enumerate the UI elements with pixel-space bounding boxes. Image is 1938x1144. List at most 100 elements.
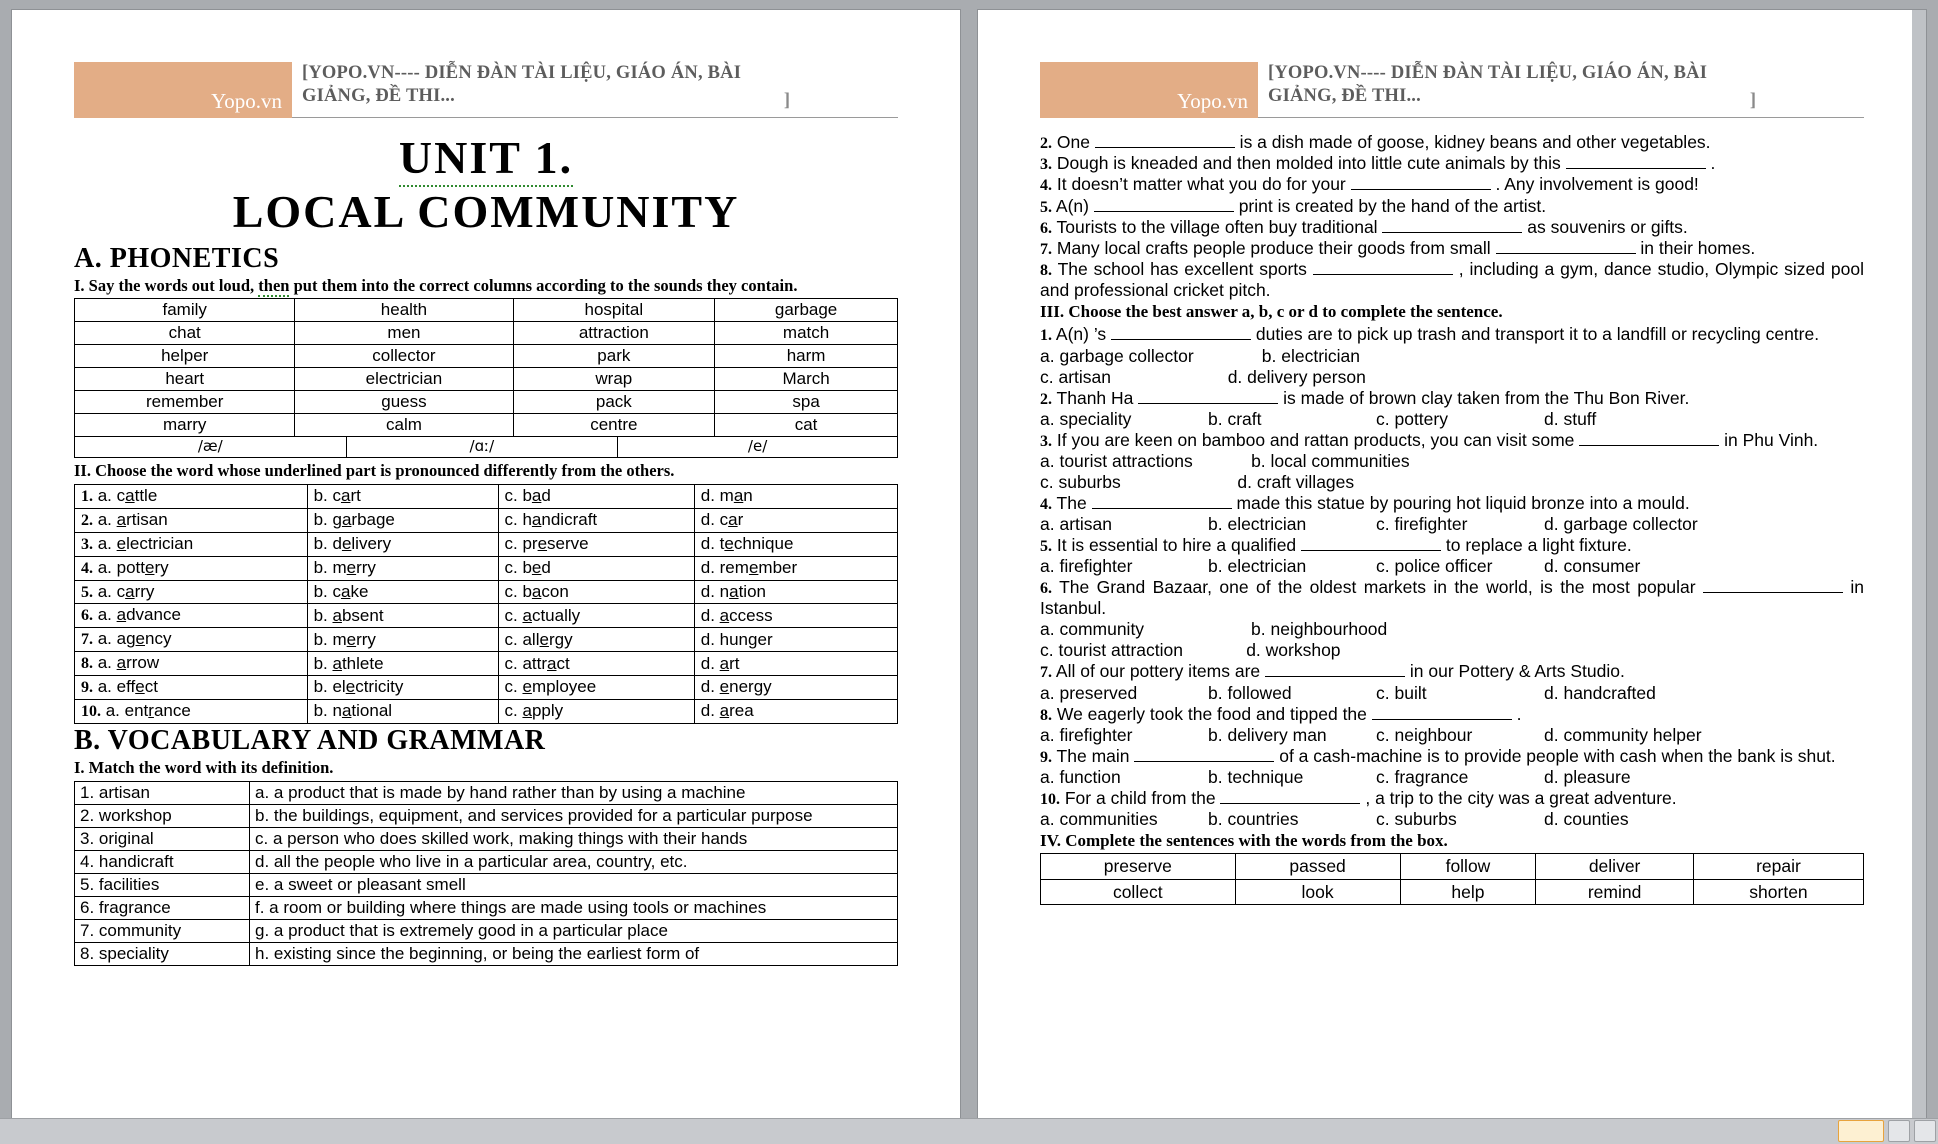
- choice-cell[interactable]: 9. a. effect: [74, 675, 308, 700]
- mc-option[interactable]: c. pottery: [1376, 409, 1544, 430]
- mc-option[interactable]: b. electrician: [1208, 514, 1376, 535]
- word-box-cell[interactable]: follow: [1399, 853, 1537, 880]
- taskbar[interactable]: [0, 1118, 1938, 1144]
- mc-option[interactable]: b. countries: [1208, 809, 1376, 830]
- choice-cell[interactable]: c. bed: [497, 555, 695, 581]
- mc-option[interactable]: d. community helper: [1544, 725, 1712, 746]
- mc-option[interactable]: b. neighbourhood: [1251, 619, 1387, 639]
- mc-option[interactable]: d. delivery person: [1228, 367, 1366, 387]
- choice-cell[interactable]: 6. a. advance: [74, 603, 308, 629]
- mc-option[interactable]: a. community: [1040, 619, 1251, 639]
- answer-blank[interactable]: [1301, 550, 1442, 552]
- answer-blank[interactable]: [1134, 760, 1275, 762]
- choice-cell[interactable]: d. area: [693, 698, 899, 724]
- word-box-cell[interactable]: look: [1234, 878, 1401, 906]
- mc-option[interactable]: b. delivery man: [1208, 725, 1376, 746]
- answer-blank[interactable]: [1371, 718, 1512, 720]
- mc-option[interactable]: c. fragrance: [1376, 767, 1544, 788]
- mc-option[interactable]: a. tourist attractions: [1040, 451, 1251, 471]
- choice-cell[interactable]: c. bad: [497, 484, 695, 509]
- taskbar-item-2[interactable]: [1888, 1120, 1910, 1142]
- mc-option[interactable]: a. artisan: [1040, 514, 1208, 535]
- answer-blank[interactable]: [1220, 803, 1361, 804]
- choice-cell[interactable]: c. actually: [497, 603, 695, 629]
- answer-blank[interactable]: [1094, 147, 1235, 148]
- mc-option[interactable]: a. garbage collector: [1040, 346, 1262, 366]
- choice-cell[interactable]: d. energy: [693, 675, 899, 700]
- word-box-cell[interactable]: passed: [1234, 853, 1401, 880]
- mc-option[interactable]: d. pleasure: [1544, 767, 1712, 788]
- choice-cell[interactable]: d. man: [693, 484, 899, 509]
- choice-cell[interactable]: b. national: [306, 698, 499, 724]
- answer-blank[interactable]: [1265, 676, 1406, 678]
- choice-cell[interactable]: d. remember: [693, 555, 899, 581]
- mc-option[interactable]: b. electrician: [1208, 556, 1376, 577]
- answer-blank[interactable]: [1138, 402, 1279, 404]
- mc-option[interactable]: a. function: [1040, 767, 1208, 788]
- choice-cell[interactable]: b. delivery: [306, 531, 499, 557]
- mc-option[interactable]: a. communities: [1040, 809, 1208, 830]
- answer-blank[interactable]: [1350, 189, 1491, 191]
- choice-cell[interactable]: d. art: [693, 651, 899, 677]
- answer-blank[interactable]: [1093, 210, 1234, 212]
- mc-option[interactable]: d. garbage collector: [1544, 514, 1712, 535]
- mc-option[interactable]: c. neighbour: [1376, 725, 1544, 746]
- choice-cell[interactable]: 3. a. electrician: [74, 531, 308, 557]
- mc-option[interactable]: d. counties: [1544, 809, 1712, 830]
- choice-cell[interactable]: b. absent: [306, 603, 499, 629]
- choice-cell[interactable]: c. allergy: [497, 627, 695, 653]
- word-box-cell[interactable]: preserve: [1040, 853, 1236, 880]
- choice-cell[interactable]: 1. a. cattle: [74, 484, 308, 509]
- word-box-cell[interactable]: deliver: [1535, 853, 1694, 880]
- mc-option[interactable]: c. artisan: [1040, 367, 1228, 387]
- mc-option[interactable]: c. tourist attraction: [1040, 640, 1246, 660]
- choice-cell[interactable]: 7. a. agency: [74, 627, 308, 653]
- mc-option[interactable]: d. workshop: [1246, 640, 1340, 660]
- word-box-cell[interactable]: repair: [1692, 853, 1865, 880]
- choice-cell[interactable]: c. employee: [497, 675, 695, 700]
- mc-option[interactable]: c. built: [1376, 683, 1544, 704]
- mc-option[interactable]: d. handcrafted: [1544, 683, 1712, 704]
- choice-cell[interactable]: b. merry: [306, 555, 499, 581]
- mc-option[interactable]: c. police officer: [1376, 556, 1544, 577]
- choice-cell[interactable]: b. athlete: [306, 651, 499, 677]
- word-box-cell[interactable]: remind: [1535, 878, 1694, 906]
- choice-cell[interactable]: c. handicraft: [497, 507, 695, 533]
- mc-option[interactable]: a. firefighter: [1040, 725, 1208, 746]
- choice-cell[interactable]: c. preserve: [497, 531, 695, 557]
- choice-cell[interactable]: d. car: [693, 507, 899, 533]
- word-box-cell[interactable]: help: [1399, 878, 1537, 906]
- mc-option[interactable]: c. firefighter: [1376, 514, 1544, 535]
- mc-option[interactable]: b. followed: [1208, 683, 1376, 704]
- word-box-cell[interactable]: collect: [1040, 878, 1236, 906]
- mc-option[interactable]: d. consumer: [1544, 556, 1712, 577]
- word-box-cell[interactable]: shorten: [1692, 878, 1865, 906]
- mc-option[interactable]: b. technique: [1208, 767, 1376, 788]
- choice-cell[interactable]: b. cake: [306, 579, 499, 605]
- choice-cell[interactable]: 5. a. carry: [74, 579, 308, 605]
- mc-option[interactable]: a. preserved: [1040, 683, 1208, 704]
- choice-cell[interactable]: b. cart: [306, 484, 499, 509]
- answer-blank[interactable]: [1565, 168, 1706, 170]
- answer-blank[interactable]: [1312, 274, 1453, 276]
- answer-blank[interactable]: [1703, 592, 1843, 594]
- choice-cell[interactable]: 4. a. pottery: [74, 555, 308, 581]
- choice-cell[interactable]: b. garbage: [306, 507, 499, 533]
- choice-cell[interactable]: d. hunger: [693, 627, 899, 653]
- choice-cell[interactable]: c. attract: [497, 651, 695, 677]
- answer-blank[interactable]: [1579, 444, 1720, 446]
- answer-blank[interactable]: [1382, 231, 1523, 233]
- taskbar-item-active[interactable]: [1838, 1120, 1884, 1142]
- mc-option[interactable]: c. suburbs: [1376, 809, 1544, 830]
- mc-option[interactable]: a. speciality: [1040, 409, 1208, 430]
- mc-option[interactable]: b. electrician: [1262, 346, 1360, 366]
- mc-option[interactable]: c. suburbs: [1040, 472, 1237, 492]
- choice-cell[interactable]: d. nation: [693, 579, 899, 605]
- answer-blank[interactable]: [1091, 507, 1232, 509]
- answer-blank[interactable]: [1495, 252, 1636, 254]
- choice-cell[interactable]: 2. a. artisan: [74, 507, 308, 533]
- answer-blank[interactable]: [1111, 339, 1252, 341]
- choice-cell[interactable]: c. apply: [497, 698, 695, 724]
- mc-option[interactable]: b. craft: [1208, 409, 1376, 430]
- mc-option[interactable]: b. local communities: [1251, 451, 1410, 471]
